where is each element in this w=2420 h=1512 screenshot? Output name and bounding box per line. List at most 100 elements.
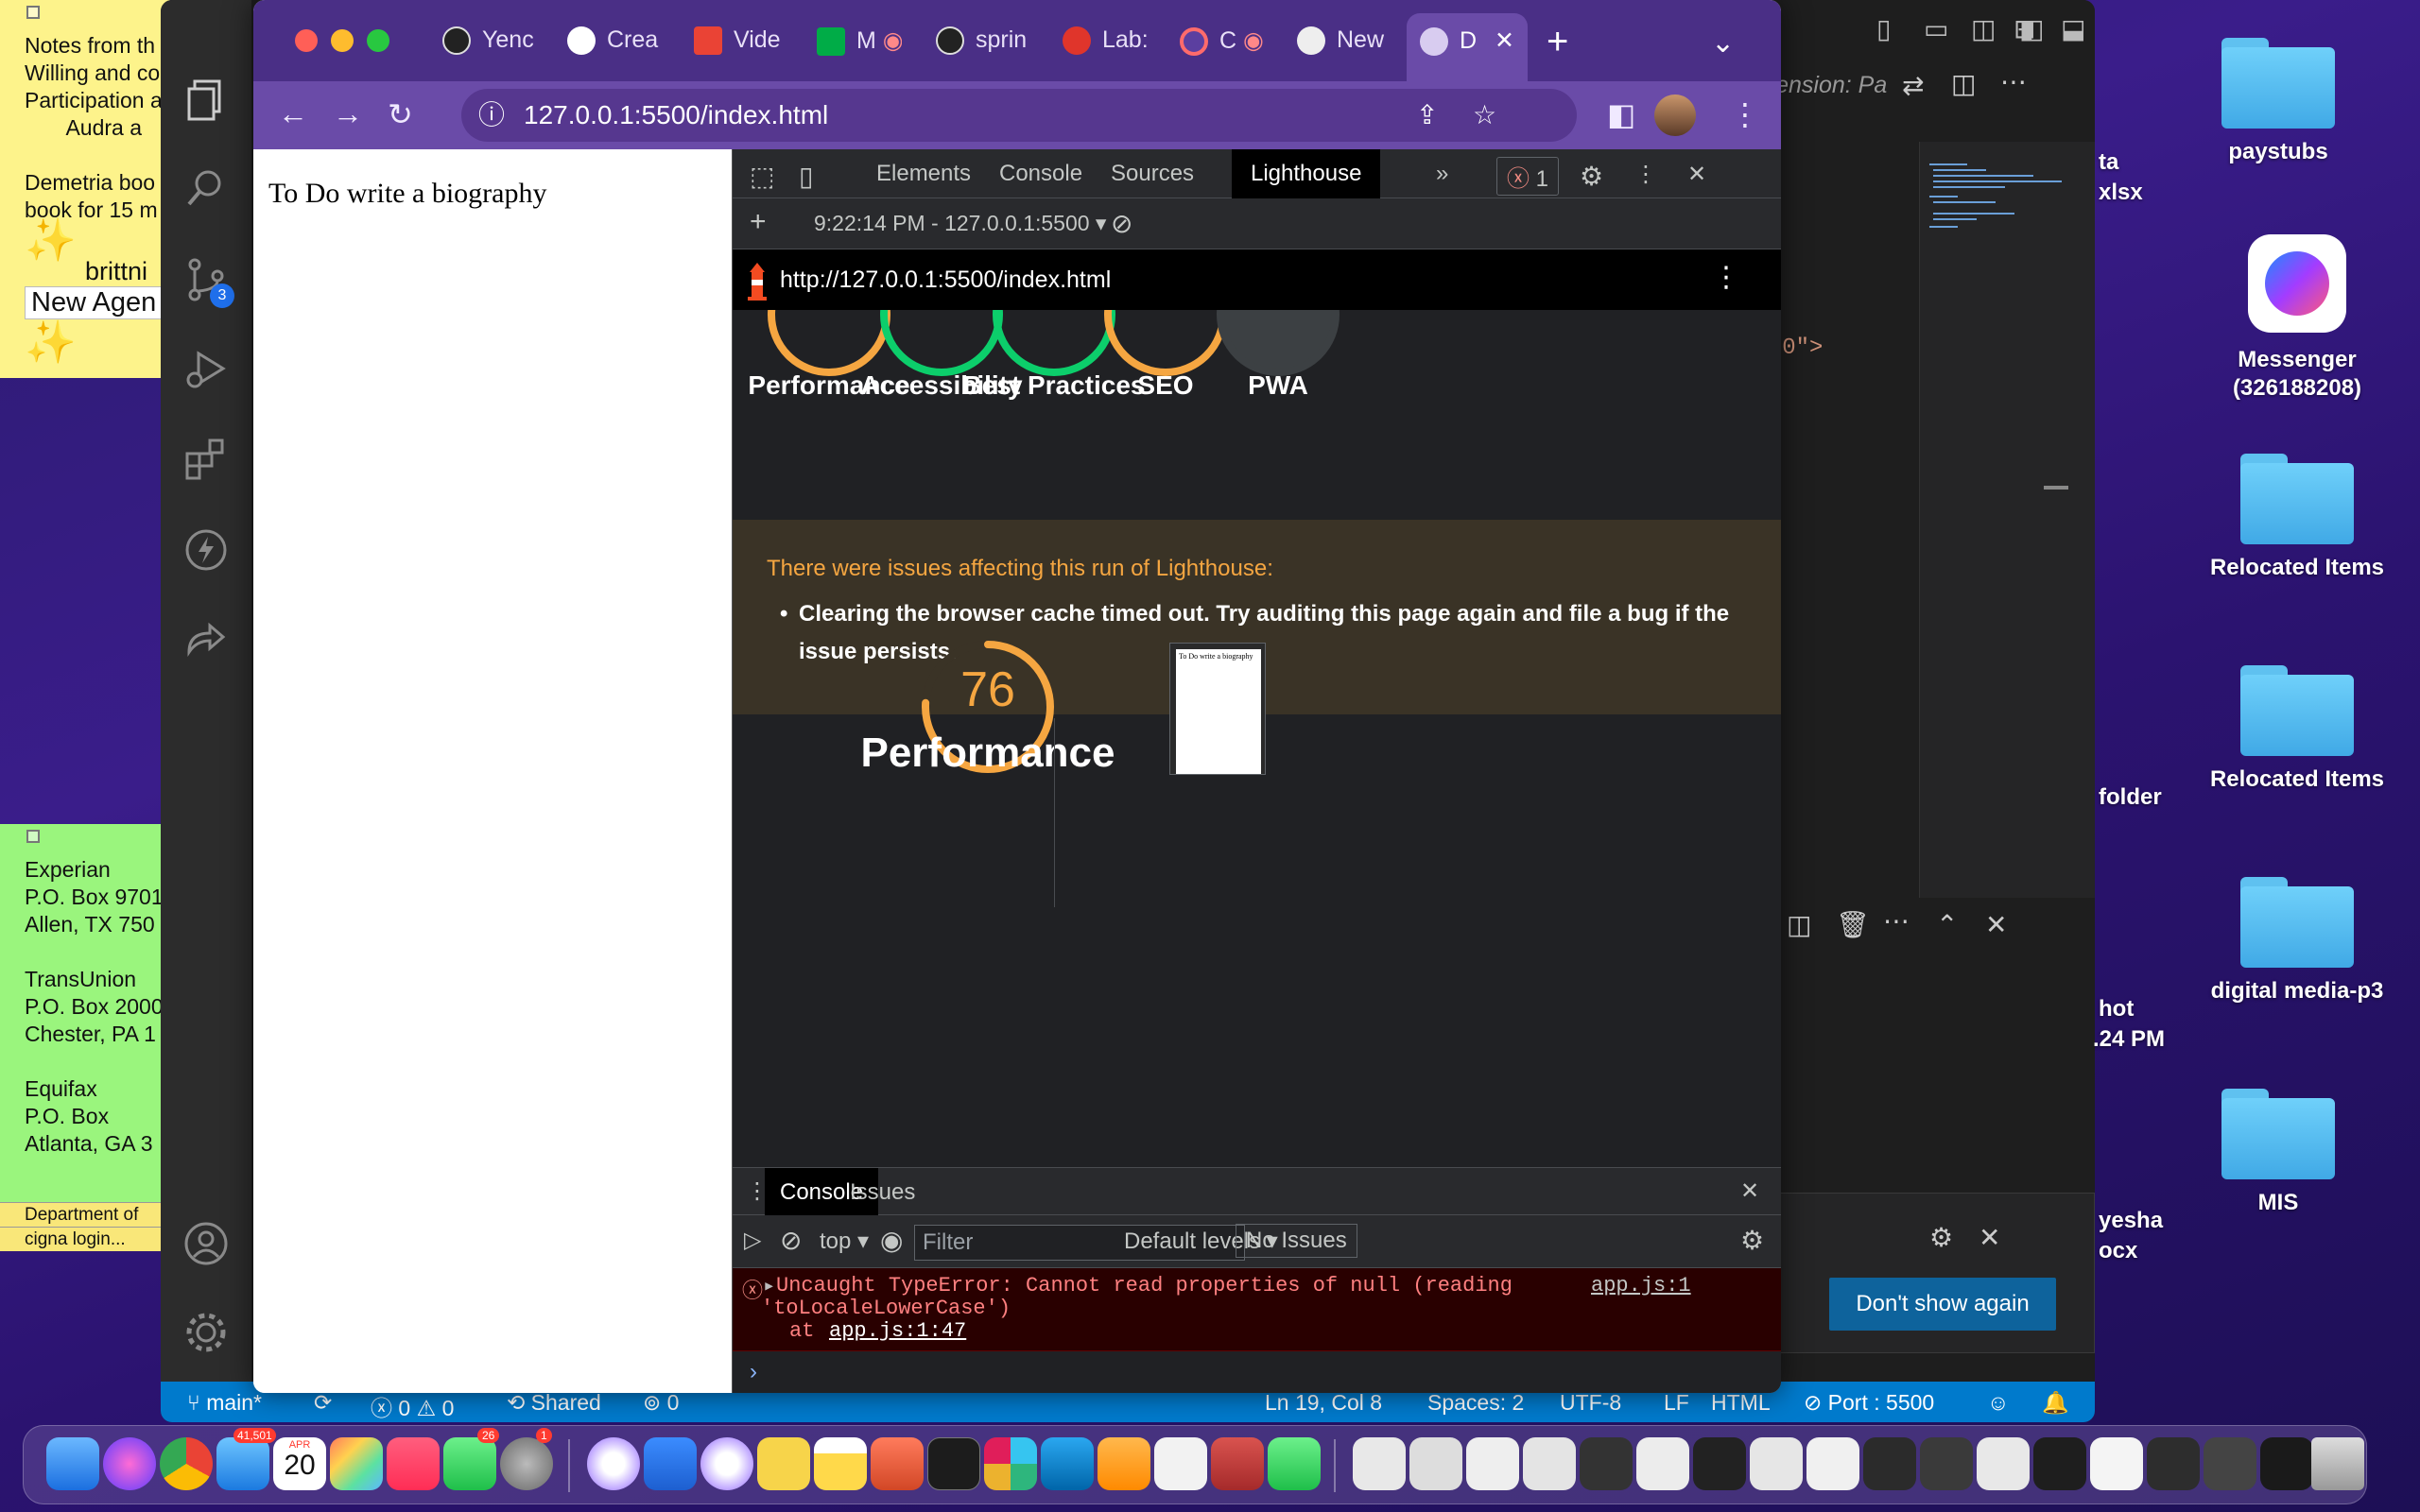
- desktop-app-messenger[interactable]: Messenger (326188208): [2193, 234, 2401, 403]
- mail-icon[interactable]: 41,501: [216, 1428, 276, 1490]
- more-icon[interactable]: ⋯: [1883, 905, 1910, 936]
- tab-elements[interactable]: Elements: [876, 161, 971, 187]
- lightning-icon[interactable]: [182, 525, 231, 575]
- clear-reports-icon[interactable]: ⊘: [1111, 208, 1132, 239]
- site-info-icon[interactable]: ⓘ: [478, 89, 505, 142]
- recent-window-thumb[interactable]: [1693, 1437, 1746, 1490]
- recent-window-thumb[interactable]: [1466, 1437, 1519, 1490]
- launchpad-icon[interactable]: [330, 1437, 383, 1490]
- partial-label[interactable]: ocx: [2099, 1238, 2137, 1264]
- report-menu-icon[interactable]: ⋮: [1712, 261, 1740, 294]
- terminal-icon[interactable]: [927, 1437, 980, 1490]
- siri-icon[interactable]: [103, 1437, 156, 1490]
- sticky-note-green[interactable]: Experian P.O. Box 9701 Allen, TX 750 Tra…: [0, 824, 170, 1202]
- indentation[interactable]: Spaces: 2: [1427, 1390, 1524, 1416]
- account-icon[interactable]: [182, 1219, 231, 1268]
- search-icon[interactable]: [182, 164, 231, 214]
- notification-gear-icon[interactable]: ⚙: [1929, 1222, 1953, 1253]
- gear-icon[interactable]: [182, 1308, 231, 1357]
- trash-icon[interactable]: 🗑: [1836, 909, 1870, 940]
- maximize-panel-icon[interactable]: ⌃: [1936, 909, 1958, 940]
- powerpoint-icon[interactable]: [871, 1437, 924, 1490]
- cursor-position[interactable]: Ln 19, Col 8: [1265, 1390, 1382, 1416]
- menu-kebab-icon[interactable]: ⋮: [1730, 96, 1760, 132]
- messages-icon[interactable]: 26: [443, 1428, 500, 1490]
- tab-c[interactable]: C ◉: [1180, 26, 1265, 68]
- split-terminal-icon[interactable]: ◫: [1787, 909, 1811, 940]
- recent-window-thumb[interactable]: [1409, 1437, 1462, 1490]
- error-source-link[interactable]: app.js:1: [1591, 1274, 1691, 1297]
- drawer-tab-issues[interactable]: Issues: [850, 1179, 915, 1206]
- console-settings-icon[interactable]: ⚙: [1740, 1225, 1764, 1256]
- bookmark-star-icon[interactable]: ☆: [1473, 89, 1496, 142]
- recent-window-thumb[interactable]: [1863, 1437, 1916, 1490]
- slack-icon[interactable]: [984, 1437, 1037, 1490]
- tab-github-3[interactable]: sprin: [936, 26, 1040, 68]
- settings-gear-icon[interactable]: ⚙: [1580, 161, 1603, 192]
- language-mode[interactable]: HTML: [1711, 1390, 1771, 1416]
- avatar[interactable]: [1654, 94, 1696, 136]
- tab-console[interactable]: Console: [999, 161, 1082, 187]
- split-editor-icon[interactable]: ◫: [1951, 68, 1976, 99]
- report-url[interactable]: http://127.0.0.1:5500/index.html: [780, 266, 1111, 294]
- tab-new[interactable]: New: [1297, 26, 1401, 68]
- recent-window-thumb[interactable]: [1636, 1437, 1689, 1490]
- sublime-icon[interactable]: [1098, 1437, 1150, 1490]
- recent-window-thumb[interactable]: [2204, 1437, 2256, 1490]
- explorer-icon[interactable]: [182, 76, 231, 125]
- tab-github-2[interactable]: Crea: [567, 26, 671, 68]
- more-actions-icon[interactable]: ⋯: [2000, 66, 2027, 97]
- issues-button[interactable]: No Issues: [1236, 1224, 1357, 1258]
- textedit-icon[interactable]: [1154, 1437, 1207, 1490]
- system-settings-icon[interactable]: 1: [500, 1428, 553, 1490]
- recent-window-thumb[interactable]: [1353, 1437, 1406, 1490]
- messenger-dock-icon[interactable]: [587, 1437, 640, 1490]
- recent-window-thumb[interactable]: [1523, 1437, 1576, 1490]
- sidebar-toggle-icon[interactable]: ▷: [744, 1227, 761, 1254]
- desktop-folder-mis[interactable]: MIS: [2174, 1089, 2382, 1217]
- feedback-icon[interactable]: ☺: [1987, 1390, 2009, 1416]
- sync-icon[interactable]: ⟳: [314, 1390, 332, 1416]
- minimize-window-button[interactable]: [331, 29, 354, 52]
- toggle-panel-icon[interactable]: ▭: [1924, 13, 1948, 44]
- desktop-folder-relocated-2[interactable]: Relocated Items: [2193, 665, 2401, 794]
- finder-icon[interactable]: [46, 1437, 99, 1490]
- sticky-strip-department[interactable]: Department of: [0, 1202, 170, 1227]
- console-prompt[interactable]: ›: [750, 1359, 757, 1385]
- trash-icon[interactable]: [2311, 1437, 2364, 1490]
- recent-window-thumb[interactable]: [1977, 1437, 2030, 1490]
- zoom-window-button[interactable]: [367, 29, 389, 52]
- minimap[interactable]: [1919, 142, 2095, 898]
- close-window-button[interactable]: [295, 29, 318, 52]
- new-report-icon[interactable]: +: [750, 206, 767, 238]
- recent-window-thumb[interactable]: [2033, 1437, 2086, 1490]
- desktop-folder-paystubs[interactable]: paystubs: [2174, 38, 2382, 166]
- compare-changes-icon[interactable]: ⇄: [1902, 70, 1924, 101]
- end-of-line[interactable]: LF: [1664, 1390, 1689, 1416]
- error-counter[interactable]: ⓧ 1: [1496, 157, 1560, 196]
- sticky-note-yellow[interactable]: Notes from th Willing and co Participati…: [0, 0, 170, 378]
- tab-close-icon[interactable]: ✕: [1495, 27, 1514, 54]
- dont-show-again-button[interactable]: Don't show again: [1829, 1278, 2056, 1331]
- sticky-close-box[interactable]: [26, 6, 40, 19]
- close-devtools-icon[interactable]: ✕: [1687, 161, 1706, 188]
- word-icon[interactable]: [644, 1437, 697, 1490]
- recent-window-thumb[interactable]: [2090, 1437, 2143, 1490]
- recent-window-thumb[interactable]: [1920, 1437, 1973, 1490]
- close-panel-icon[interactable]: ✕: [1985, 909, 2007, 940]
- chrome-icon[interactable]: [160, 1437, 213, 1490]
- branch-indicator[interactable]: ⑂ main*: [187, 1390, 262, 1416]
- tab-lab[interactable]: Lab:: [1063, 26, 1157, 68]
- tab-active[interactable]: D ✕: [1407, 13, 1528, 81]
- ports-indicator[interactable]: ⊚ 0: [643, 1390, 679, 1416]
- report-selector[interactable]: 9:22:14 PM - 127.0.0.1:5500 ▾: [814, 211, 1106, 236]
- extensions-icon[interactable]: [182, 435, 231, 484]
- context-selector[interactable]: top ▾: [820, 1228, 869, 1255]
- dictionary-icon[interactable]: [1211, 1437, 1264, 1490]
- reload-icon[interactable]: ↻: [388, 96, 413, 132]
- close-drawer-icon[interactable]: ✕: [1740, 1177, 1759, 1205]
- music-icon[interactable]: [387, 1437, 440, 1490]
- address-bar[interactable]: ⓘ 127.0.0.1:5500/index.html ⇪ ☆: [461, 89, 1577, 142]
- tab-gmail[interactable]: Vide: [694, 26, 798, 68]
- side-panel-icon[interactable]: ◧: [1607, 96, 1635, 132]
